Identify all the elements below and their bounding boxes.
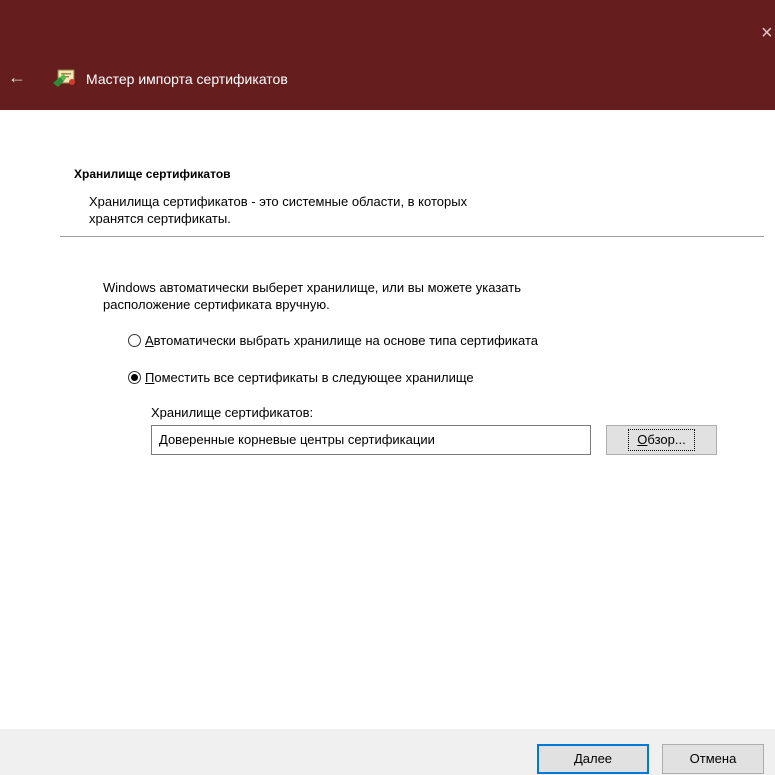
intro-line: расположение сертификата вручную. — [103, 297, 330, 312]
option-text: втоматически выбрать хранилище на основе… — [153, 332, 539, 348]
browse-button-focus-rect: Обзор... — [628, 429, 695, 451]
auto-select-store-option[interactable]: Автоматически выбрать хранилище на основ… — [128, 331, 538, 349]
auto-select-store-label[interactable]: Автоматически выбрать хранилище на основ… — [145, 332, 538, 349]
option-text: оместить все сертификаты в следующее хра… — [154, 369, 474, 385]
cancel-button[interactable]: Отмена — [662, 744, 764, 774]
certificate-store-field[interactable]: Доверенные корневые центры сертификации — [151, 425, 591, 455]
section-description-line: хранятся сертификаты. — [89, 211, 231, 226]
place-in-store-label[interactable]: Поместить все сертификаты в следующее хр… — [145, 369, 474, 386]
browse-button-text: бзор... — [647, 432, 686, 447]
access-key: Д — [573, 751, 583, 766]
header-divider — [60, 236, 764, 237]
next-button-text: алее — [582, 751, 613, 766]
title-bar: × ← Мастер импорта сертификатов — [0, 0, 775, 110]
access-key: А — [145, 332, 154, 348]
intro-line: Windows автоматически выберет хранилище,… — [103, 280, 521, 295]
certificate-wizard-icon — [52, 67, 80, 89]
footer-bar — [0, 729, 775, 775]
intro-text: Windows автоматически выберет хранилище,… — [103, 279, 703, 313]
browse-button[interactable]: Обзор... — [606, 425, 717, 455]
section-description-line: Хранилища сертификатов - это системные о… — [89, 194, 468, 209]
access-key: О — [637, 432, 648, 447]
next-button[interactable]: Далее — [537, 744, 649, 774]
radio-button-checked[interactable] — [128, 370, 141, 384]
access-key: П — [145, 369, 155, 385]
section-title: Хранилище сертификатов — [74, 167, 231, 181]
window-title: Мастер импорта сертификатов — [86, 71, 288, 87]
place-in-store-option[interactable]: Поместить все сертификаты в следующее хр… — [128, 368, 474, 386]
radio-button-unchecked[interactable] — [128, 333, 141, 347]
certificate-store-label: Хранилище сертификатов: — [151, 405, 314, 420]
close-icon[interactable]: × — [761, 18, 775, 48]
back-arrow-icon[interactable]: ← — [6, 66, 28, 88]
section-description: Хранилища сертификатов - это системные о… — [89, 193, 609, 227]
